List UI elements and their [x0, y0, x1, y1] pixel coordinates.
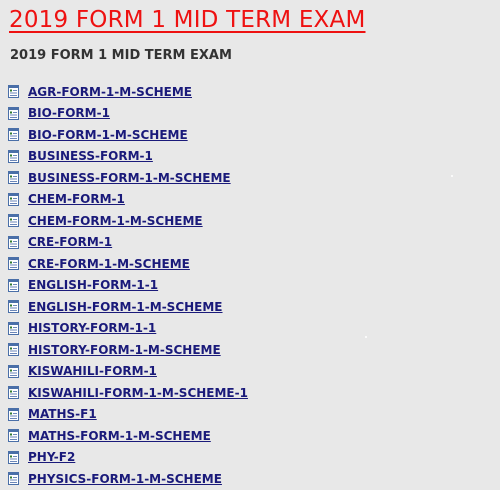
file-link[interactable]: MATHS-FORM-1-M-SCHEME: [28, 429, 211, 443]
page-title: 2019 FORM 1 MID TERM EXAM: [9, 7, 366, 33]
file-link[interactable]: BIO-FORM-1-M-SCHEME: [28, 128, 188, 142]
file-link[interactable]: KISWAHILI-FORM-1: [28, 364, 157, 378]
page-subtitle: 2019 FORM 1 MID TERM EXAM: [10, 48, 232, 63]
file-link[interactable]: KISWAHILI-FORM-1-M-SCHEME-1: [28, 386, 248, 400]
document-icon: [8, 106, 19, 120]
document-icon: [8, 85, 19, 99]
document-icon: [8, 364, 19, 378]
file-link[interactable]: BIO-FORM-1: [28, 106, 110, 120]
document-icon: [8, 386, 19, 400]
file-link[interactable]: CHEM-FORM-1-M-SCHEME: [28, 214, 203, 228]
document-icon: [8, 257, 19, 271]
file-list-item: KISWAHILI-FORM-1-M-SCHEME-1: [8, 382, 248, 404]
file-link[interactable]: BUSINESS-FORM-1-M-SCHEME: [28, 171, 231, 185]
file-list-item: ENGLISH-FORM-1-1: [8, 275, 248, 297]
document-icon: [8, 235, 19, 249]
file-link[interactable]: ENGLISH-FORM-1-1: [28, 278, 158, 292]
document-icon: [8, 192, 19, 206]
file-list-item: BIO-FORM-1-M-SCHEME: [8, 124, 248, 146]
document-icon: [8, 407, 19, 421]
file-link[interactable]: PHY-F2: [28, 450, 75, 464]
file-list-item: MATHS-F1: [8, 404, 248, 426]
document-icon: [8, 278, 19, 292]
document-icon: [8, 214, 19, 228]
file-list-item: PHYSICS-FORM-1-M-SCHEME: [8, 468, 248, 490]
document-icon: [8, 300, 19, 314]
file-list-item: ENGLISH-FORM-1-M-SCHEME: [8, 296, 248, 318]
file-list-item: BUSINESS-FORM-1-M-SCHEME: [8, 167, 248, 189]
file-link[interactable]: CRE-FORM-1-M-SCHEME: [28, 257, 190, 271]
file-list-item: KISWAHILI-FORM-1: [8, 361, 248, 383]
file-link[interactable]: HISTORY-FORM-1-M-SCHEME: [28, 343, 221, 357]
document-icon: [8, 450, 19, 464]
file-link[interactable]: PHYSICS-FORM-1-M-SCHEME: [28, 472, 222, 486]
document-icon: [8, 128, 19, 142]
file-link[interactable]: AGR-FORM-1-M-SCHEME: [28, 85, 192, 99]
file-list-item: CHEM-FORM-1: [8, 189, 248, 211]
file-list-item: PHY-F2: [8, 447, 248, 469]
decorative-dot: [365, 336, 367, 338]
file-list-item: HISTORY-FORM-1-1: [8, 318, 248, 340]
document-icon: [8, 429, 19, 443]
file-link[interactable]: BUSINESS-FORM-1: [28, 149, 153, 163]
file-link[interactable]: ENGLISH-FORM-1-M-SCHEME: [28, 300, 223, 314]
file-link[interactable]: CRE-FORM-1: [28, 235, 112, 249]
decorative-dot: [451, 175, 453, 177]
file-list-item: CRE-FORM-1: [8, 232, 248, 254]
file-list-item: HISTORY-FORM-1-M-SCHEME: [8, 339, 248, 361]
file-list-item: MATHS-FORM-1-M-SCHEME: [8, 425, 248, 447]
file-link[interactable]: HISTORY-FORM-1-1: [28, 321, 156, 335]
document-icon: [8, 149, 19, 163]
file-list-item: CHEM-FORM-1-M-SCHEME: [8, 210, 248, 232]
file-list-item: AGR-FORM-1-M-SCHEME: [8, 81, 248, 103]
document-icon: [8, 171, 19, 185]
file-list-item: BUSINESS-FORM-1: [8, 146, 248, 168]
document-icon: [8, 343, 19, 357]
document-icon: [8, 321, 19, 335]
file-link[interactable]: CHEM-FORM-1: [28, 192, 125, 206]
file-link[interactable]: MATHS-F1: [28, 407, 97, 421]
file-list-item: CRE-FORM-1-M-SCHEME: [8, 253, 248, 275]
file-list: AGR-FORM-1-M-SCHEME BIO-FORM-1 BIO-FORM-…: [8, 81, 248, 490]
document-icon: [8, 472, 19, 486]
file-list-item: BIO-FORM-1: [8, 103, 248, 125]
